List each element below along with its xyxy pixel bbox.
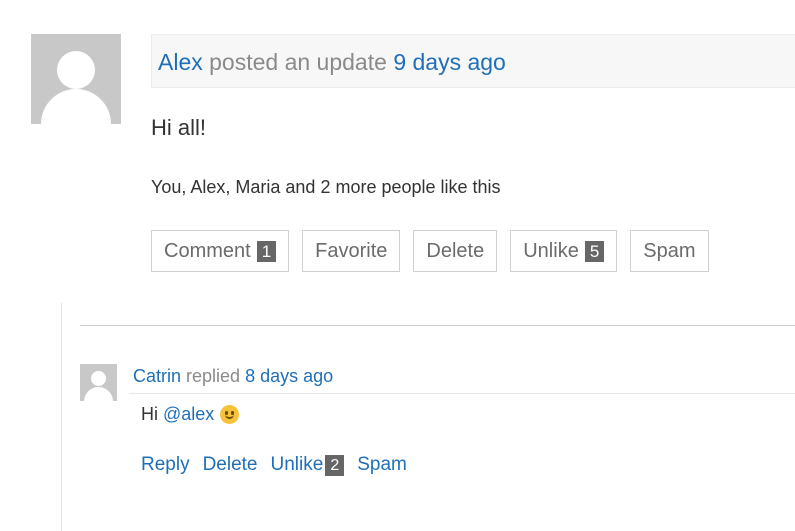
reply-delete-button[interactable]: Delete xyxy=(203,454,258,476)
avatar-placeholder-body xyxy=(41,89,111,124)
smiley-emoji-icon xyxy=(220,405,240,424)
comment-count-badge: 1 xyxy=(256,240,277,262)
delete-button[interactable]: Delete xyxy=(413,230,498,272)
comment-button-label: Comment xyxy=(164,240,251,262)
avatar-placeholder-head xyxy=(57,51,95,89)
comment-button[interactable]: Comment 1 xyxy=(151,230,290,272)
reply-header-rule xyxy=(129,393,795,394)
reply-header: Catrin replied 8 days ago xyxy=(133,366,333,387)
reply-greeting: Hi xyxy=(141,404,158,424)
unlike-button-label: Unlike xyxy=(523,240,579,262)
activity-header: Alex posted an update 9 days ago xyxy=(151,34,795,88)
activity-action: posted an update xyxy=(209,49,387,75)
reply-actions: Reply Delete Unlike 2 Spam xyxy=(141,454,420,476)
reply-button[interactable]: Reply xyxy=(141,454,190,476)
activity-likes: You, Alex, Maria and 2 more people like … xyxy=(151,177,501,197)
unlike-button[interactable]: Unlike 5 xyxy=(510,230,618,272)
mention-link[interactable]: @alex xyxy=(163,404,214,425)
author-link[interactable]: Alex xyxy=(158,49,203,75)
reply-unlike-count-badge: 2 xyxy=(325,454,345,476)
reply-content: Hi @alex xyxy=(141,404,240,425)
unlike-count-badge: 5 xyxy=(584,240,605,262)
activity-time-link[interactable]: 9 days ago xyxy=(393,49,506,75)
avatar-placeholder-body xyxy=(84,387,113,401)
reply-unlike-button[interactable]: Unlike 2 xyxy=(271,454,345,476)
avatar-placeholder-head xyxy=(91,371,106,386)
reply-author-avatar[interactable] xyxy=(80,364,117,401)
comment-thread-line xyxy=(61,303,62,531)
favorite-button[interactable]: Favorite xyxy=(302,230,401,272)
comment-divider xyxy=(80,325,795,326)
spam-button[interactable]: Spam xyxy=(630,230,709,272)
activity-content: Hi all! xyxy=(151,115,207,140)
reply-action: replied xyxy=(186,366,241,386)
author-avatar[interactable] xyxy=(31,34,121,124)
reply-author-link[interactable]: Catrin xyxy=(133,366,181,386)
reply-spam-button[interactable]: Spam xyxy=(357,454,407,476)
reply-time-link[interactable]: 8 days ago xyxy=(245,366,333,386)
reply-unlike-label: Unlike xyxy=(270,454,324,475)
activity-buttons: Comment 1 Favorite Delete Unlike 5 Spam xyxy=(151,230,722,272)
